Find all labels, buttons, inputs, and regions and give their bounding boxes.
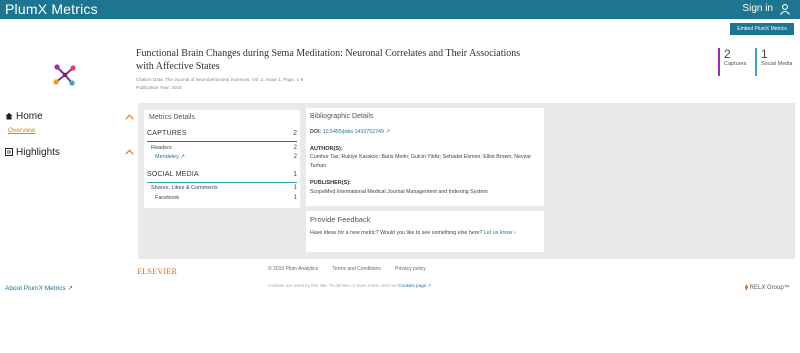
social-media-label: Social Media — [761, 61, 793, 67]
doi-row: DOI: 10.5455/jnbs.1433752749 ↗ — [310, 128, 390, 137]
readers-label: Readers — [151, 145, 172, 151]
nav-home-label: Home — [16, 111, 43, 122]
brand-title[interactable]: PlumX Metrics — [5, 1, 98, 17]
external-link-icon: ↗ — [385, 129, 390, 135]
authors-label: AUTHOR(S): — [310, 146, 343, 152]
social-media-count: 1 — [761, 47, 768, 61]
copyright-text: © 2019 Plum Analytics — [268, 266, 319, 272]
nav-overview[interactable]: Overview — [8, 127, 35, 134]
bibliographic-details-title: Bibliographic Details — [310, 113, 374, 120]
article-citation: Citation Data: The Journal of Neurobehav… — [136, 77, 304, 82]
arrow-right-icon: › — [513, 230, 516, 236]
cookie-notice: Cookies are used by this site. To declin… — [268, 283, 431, 289]
sign-in-link[interactable]: Sign in — [742, 3, 773, 14]
captures-heading: CAPTURES — [147, 130, 187, 137]
plumx-logo-icon — [53, 64, 76, 86]
social-media-summary[interactable]: 1 Social Media — [755, 48, 799, 76]
captures-summary[interactable]: 2 Captures — [718, 48, 754, 76]
relx-mark-icon: ⧫ — [745, 285, 748, 291]
top-bar: PlumX Metrics Sign in — [0, 0, 800, 19]
nav-home[interactable]: Home — [5, 111, 43, 122]
external-link-icon: ↗ — [180, 154, 185, 160]
relx-label: RELX Group™ — [749, 285, 790, 291]
shares-value: 1 — [293, 185, 297, 191]
metrics-details-title: Metrics Details — [149, 114, 195, 121]
readers-value: 2 — [293, 145, 297, 151]
publication-year: Publication Year: 2015 — [136, 85, 182, 90]
doi-label: DOI: — [310, 129, 322, 135]
social-media-heading: SOCIAL MEDIA — [147, 171, 199, 178]
cookies-page-link[interactable]: Cookies page — [398, 283, 426, 288]
chevron-up-icon[interactable] — [125, 149, 134, 155]
terms-link[interactable]: Terms and Conditions — [332, 266, 380, 272]
relx-logo[interactable]: ⧫ RELX Group™ — [745, 284, 790, 291]
metrics-details-card: Metrics Details CAPTURES 2 Readers 2 Men… — [144, 110, 300, 208]
feedback-title: Provide Feedback — [310, 215, 371, 224]
facebook-label: Facebook — [155, 195, 180, 201]
provide-feedback-card: Provide Feedback Have ideas for a new me… — [306, 211, 544, 252]
external-link-icon: ↗ — [67, 285, 73, 292]
cookie-text: Cookies are used by this site. To declin… — [268, 283, 397, 288]
captures-divider — [147, 141, 297, 142]
user-icon[interactable] — [779, 3, 791, 15]
social-media-divider — [147, 182, 297, 183]
nav-highlights[interactable]: Highlights — [5, 147, 60, 158]
privacy-link[interactable]: Privacy policy — [395, 266, 426, 272]
about-label: About PlumX Metrics — [5, 285, 66, 292]
shares-label: Shares, Likes & Comments — [151, 185, 218, 191]
chevron-up-icon[interactable] — [125, 114, 134, 120]
nav-highlights-label: Highlights — [16, 147, 60, 158]
nav-overview-label: Overview — [8, 127, 36, 134]
publisher-name: ScopeMed International Medical Journal M… — [310, 189, 488, 195]
highlights-icon — [5, 148, 13, 156]
footer-links: © 2019 Plum Analytics Terms and Conditio… — [268, 266, 439, 272]
mendeley-link[interactable]: Mendeley ↗ — [155, 154, 185, 160]
authors-list: Cumhur Tas; Rukiye Karakoc; Baris Metin;… — [310, 154, 531, 169]
captures-label: Captures — [724, 61, 747, 67]
mendeley-value: 2 — [293, 154, 297, 160]
bibliographic-details-card: Bibliographic Details DOI: 10.5455/jnbs.… — [306, 108, 544, 206]
feedback-prompt: Have ideas for a new metric? Would you l… — [310, 230, 483, 236]
doi-link[interactable]: 10.5455/jnbs.1433752749 — [323, 129, 384, 135]
feedback-text: Have ideas for a new metric? Would you l… — [310, 229, 540, 238]
elsevier-logo[interactable]: ELSEVIER — [137, 267, 177, 276]
feedback-link[interactable]: Let us know — [484, 230, 512, 236]
mendeley-label: Mendeley — [155, 154, 179, 160]
external-link-icon: ↗ — [427, 283, 432, 288]
captures-total: 2 — [293, 130, 297, 137]
facebook-value: 1 — [293, 195, 297, 201]
social-media-total: 1 — [293, 171, 297, 178]
publisher-label: PUBLISHER(S): — [310, 180, 351, 186]
captures-count: 2 — [724, 47, 731, 61]
about-plumx-link[interactable]: About PlumX Metrics ↗ — [5, 284, 73, 292]
embed-plumx-button[interactable]: Embed PlumX Metrics — [730, 23, 794, 35]
article-title: Functional Brain Changes during Sema Med… — [136, 48, 521, 72]
home-icon — [5, 112, 13, 120]
